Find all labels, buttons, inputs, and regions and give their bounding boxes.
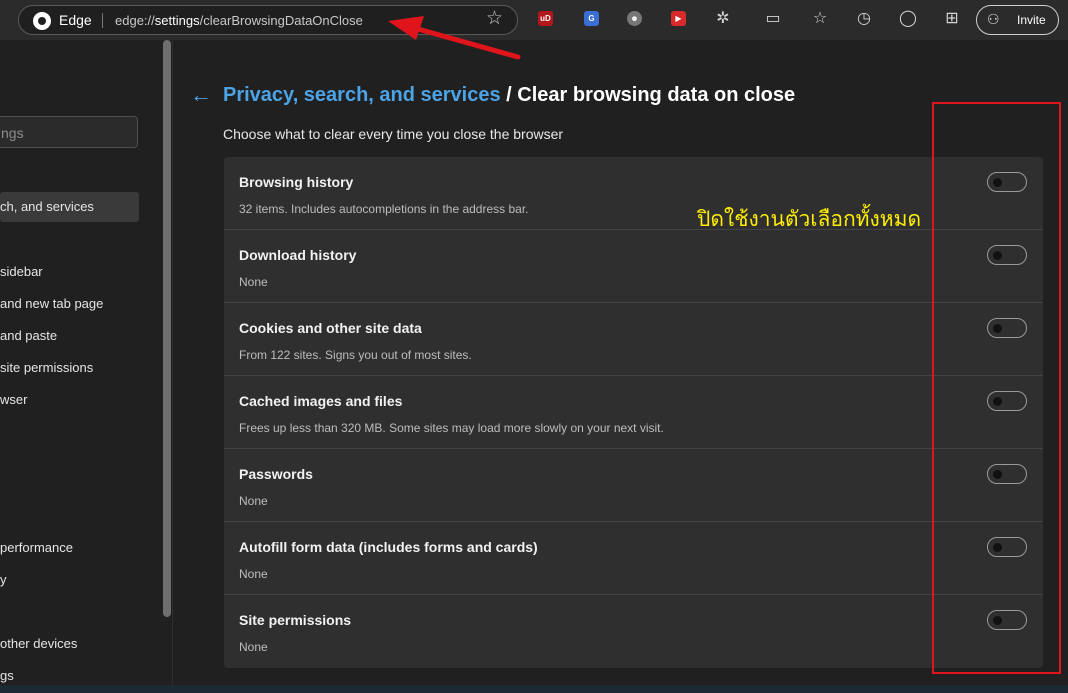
annotation-highlight-box: [932, 102, 1061, 674]
option-description: None: [239, 275, 268, 289]
option-title: Site permissions: [239, 612, 352, 628]
option-row-site-permissions: Site permissions None: [224, 595, 1043, 668]
history-icon[interactable]: ◷: [854, 9, 874, 29]
video-icon[interactable]: ▶: [671, 11, 686, 26]
invite-label: Invite: [1017, 13, 1046, 27]
sidebar-item-label: other devices: [0, 636, 78, 651]
extensions-puzzle-icon[interactable]: ✲: [713, 9, 733, 29]
sidebar-item-label: and paste: [0, 328, 58, 343]
option-row-autofill: Autofill form data (includes forms and c…: [224, 522, 1043, 595]
address-divider: [102, 13, 103, 28]
option-row-cached-images: Cached images and files Frees up less th…: [224, 376, 1043, 449]
search-settings-input[interactable]: ngs: [0, 116, 138, 148]
option-row-download-history: Download history None: [224, 230, 1043, 303]
option-description: 32 items. Includes autocompletions in th…: [239, 202, 529, 216]
robot-icon[interactable]: ☻: [627, 11, 642, 26]
people-icon: ⚇: [987, 11, 1000, 27]
sidebar-item-performance[interactable]: performance: [0, 533, 73, 563]
sidebar-item-copy-paste[interactable]: and paste: [0, 321, 57, 351]
url-settings: settings: [154, 13, 200, 28]
sidebar-scrollbar[interactable]: [163, 40, 171, 617]
invite-button[interactable]: ⚇ Invite: [976, 5, 1059, 35]
sidebar-divider: [172, 40, 173, 685]
sidebar-item-label: site permissions: [0, 360, 94, 375]
sidebar-item-label: gs: [0, 668, 14, 683]
back-arrow-icon[interactable]: ←: [190, 82, 212, 108]
sidebar-item-label: y: [0, 572, 7, 587]
option-row-passwords: Passwords None: [224, 449, 1043, 522]
ublock-icon[interactable]: uD: [538, 11, 553, 26]
settings-sidebar: ngs ch, and services sidebar and new tab…: [0, 40, 172, 685]
favorites-icon[interactable]: ☆: [810, 9, 830, 29]
sidebar-item-label: ch, and services: [0, 199, 94, 214]
option-description: Frees up less than 320 MB. Some sites ma…: [239, 421, 664, 435]
address-bar[interactable]: Edge edge://settings/clearBrowsingDataOn…: [18, 5, 518, 35]
url-prefix: edge://: [115, 13, 155, 28]
annotation-note: ปิดใช้งานตัวเลือกทั้งหมด: [697, 207, 922, 231]
browser-toolbar: Edge edge://settings/clearBrowsingDataOn…: [0, 0, 1068, 40]
translate-icon[interactable]: G: [584, 11, 599, 26]
option-row-cookies: Cookies and other site data From 122 sit…: [224, 303, 1043, 376]
cast-icon[interactable]: ▭: [763, 9, 783, 29]
option-description: None: [239, 494, 268, 508]
option-description: None: [239, 567, 268, 581]
favorite-star-icon[interactable]: ☆: [486, 9, 503, 29]
sidebar-item-family[interactable]: y: [0, 565, 7, 595]
option-title: Browsing history: [239, 174, 354, 190]
sidebar-item-label: sidebar: [0, 264, 43, 279]
edge-logo-icon: [33, 12, 51, 30]
option-title: Cached images and files: [239, 393, 403, 409]
sidebar-item-default-browser[interactable]: wser: [0, 385, 27, 415]
sidebar-item-label: and new tab page: [0, 296, 104, 311]
collections-icon[interactable]: ⊞: [942, 9, 962, 29]
option-title: Passwords: [239, 466, 313, 482]
breadcrumb-separator: /: [506, 84, 512, 106]
browser-label: Edge: [59, 12, 92, 28]
breadcrumb-current: Clear browsing data on close: [517, 84, 796, 106]
option-title: Autofill form data (includes forms and c…: [239, 539, 538, 555]
sidebar-item-privacy[interactable]: ch, and services: [0, 192, 139, 222]
sidebar-item-label: performance: [0, 540, 73, 555]
sidebar-item-new-tab[interactable]: and new tab page: [0, 289, 103, 319]
breadcrumb-link[interactable]: Privacy, search, and services: [223, 84, 501, 106]
sidebar-item-other-devices[interactable]: other devices: [0, 629, 77, 659]
option-title: Download history: [239, 247, 357, 263]
sidebar-item-sidebar[interactable]: sidebar: [0, 257, 43, 287]
option-description: From 122 sites. Signs you out of most si…: [239, 348, 472, 362]
page-subtitle: Choose what to clear every time you clos…: [223, 126, 564, 142]
sidebar-item-site-permissions[interactable]: site permissions: [0, 353, 93, 383]
option-title: Cookies and other site data: [239, 320, 422, 336]
url-rest: /clearBrowsingDataOnClose: [199, 13, 363, 28]
page-title: Privacy, search, and services / Clear br…: [223, 84, 795, 107]
feedback-chat-icon[interactable]: ◯: [898, 9, 918, 29]
option-description: None: [239, 640, 268, 654]
taskbar-strip: [0, 685, 1068, 693]
url-text[interactable]: edge://settings/clearBrowsingDataOnClose: [115, 13, 363, 28]
sidebar-item-label: wser: [0, 392, 28, 407]
